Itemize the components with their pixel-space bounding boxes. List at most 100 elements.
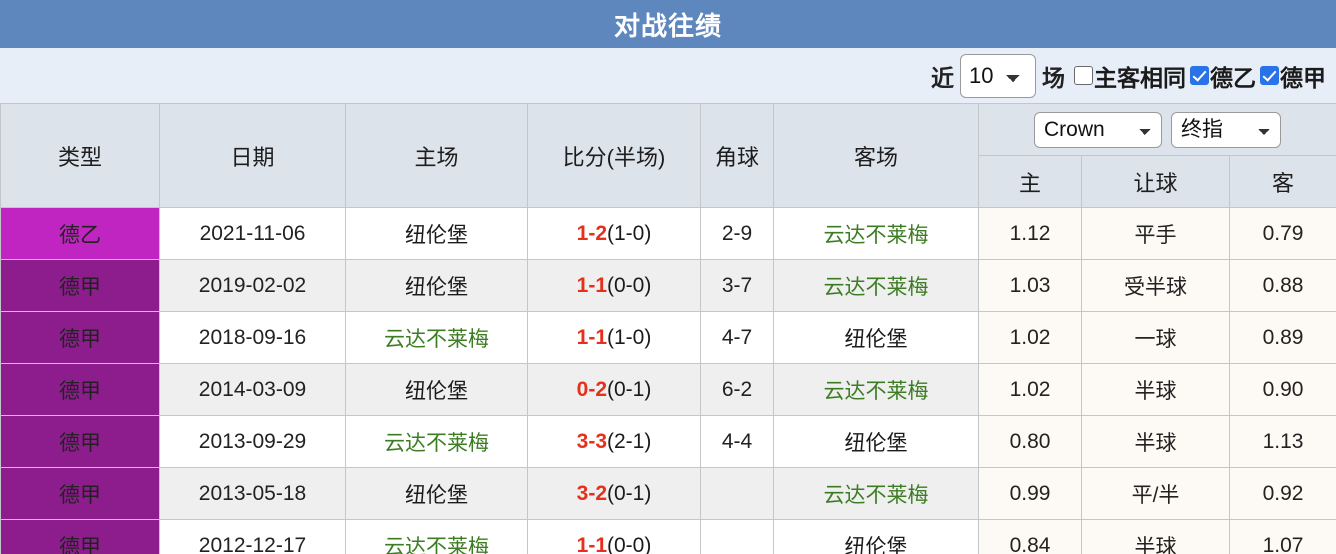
cell-away-team[interactable]: 云达不莱梅 (773, 467, 979, 520)
away-team-name: 云达不莱梅 (823, 223, 929, 247)
cell-handicap[interactable]: 平手 (1081, 207, 1230, 260)
cell-odds-home[interactable]: 0.84 (978, 519, 1082, 554)
table-row[interactable]: 德甲 2018-09-16 云达不莱梅 1-1(1-0) 4-7 纽伦堡 1.02 一球 0.8… (0, 311, 1336, 364)
column-header-score[interactable]: 比分(半场) (527, 103, 701, 208)
home-team-name: 云达不莱梅 (384, 327, 489, 351)
cell-league-type[interactable]: 德甲 (0, 467, 160, 520)
full-time-score: 1-1 (576, 325, 607, 349)
cell-league-type[interactable]: 德甲 (0, 415, 160, 468)
cell-score[interactable]: 3-3(2-1) (527, 415, 701, 468)
score-text: 1-1(0-0) (577, 534, 652, 554)
cell-odds-away[interactable]: 1.07 (1229, 519, 1336, 554)
cell-handicap[interactable]: 受半球 (1081, 259, 1230, 312)
away-team-name: 纽伦堡 (844, 535, 908, 554)
column-header-away[interactable]: 客场 (773, 103, 979, 208)
home-team-name: 纽伦堡 (405, 379, 468, 403)
cell-odds-home[interactable]: 1.02 (978, 363, 1082, 416)
cell-away-team[interactable]: 纽伦堡 (773, 311, 979, 364)
cell-away-team[interactable]: 云达不莱梅 (773, 259, 979, 312)
cell-league-type[interactable]: 德乙 (0, 207, 160, 260)
cell-corners (700, 519, 774, 554)
cell-handicap[interactable]: 一球 (1081, 311, 1230, 364)
column-header-odds-away[interactable]: 客 (1229, 155, 1336, 208)
cell-league-type[interactable]: 德甲 (0, 311, 160, 364)
same-venue-checkbox-group[interactable]: 主客相同 (1074, 59, 1188, 93)
cell-score[interactable]: 1-1(1-0) (527, 311, 701, 364)
table-row[interactable]: 德甲 2014-03-09 纽伦堡 0-2(0-1) 6-2 云达不莱梅 1.02 半球 0.9… (0, 363, 1336, 416)
table-row[interactable]: 德甲 2019-02-02 纽伦堡 1-1(0-0) 3-7 云达不莱梅 1.03 受半球 0.… (0, 259, 1336, 312)
half-time-score: (1-0) (607, 325, 652, 349)
cell-score[interactable]: 0-2(0-1) (527, 363, 701, 416)
league-2-label: 德乙 (1210, 64, 1256, 91)
full-time-score: 3-3 (576, 429, 607, 453)
cell-odds-home[interactable]: 1.12 (978, 207, 1082, 260)
cell-score[interactable]: 1-2(1-0) (527, 207, 701, 260)
column-header-handicap[interactable]: 让球 (1081, 155, 1230, 208)
cell-corners: 6-2 (700, 363, 774, 416)
full-time-score: 3-2 (576, 481, 607, 505)
cell-home-team[interactable]: 纽伦堡 (345, 207, 528, 260)
table-row[interactable]: 德甲 2012-12-17 云达不莱梅 1-1(0-0) 纽伦堡 0.84 半球 1.07 (0, 519, 1336, 554)
home-team-name: 纽伦堡 (405, 275, 468, 299)
cell-league-type[interactable]: 德甲 (0, 259, 160, 312)
cell-odds-away[interactable]: 0.79 (1229, 207, 1336, 260)
cell-handicap[interactable]: 半球 (1081, 415, 1230, 468)
cell-score[interactable]: 1-1(0-0) (527, 519, 701, 554)
away-team-name: 云达不莱梅 (823, 275, 929, 299)
score-text: 0-2(0-1) (577, 378, 652, 401)
cell-home-team[interactable]: 云达不莱梅 (345, 415, 528, 468)
cell-home-team[interactable]: 云达不莱梅 (345, 311, 528, 364)
cell-date: 2014-03-09 (159, 363, 346, 416)
cell-date: 2019-02-02 (159, 259, 346, 312)
cell-league-type[interactable]: 德甲 (0, 519, 160, 554)
cell-away-team[interactable]: 纽伦堡 (773, 415, 979, 468)
cell-odds-home[interactable]: 1.03 (978, 259, 1082, 312)
odds-company-select[interactable]: CrownBet365MacauLadbrokes (1034, 111, 1162, 148)
cell-handicap[interactable]: 平/半 (1081, 467, 1230, 520)
same-venue-checkbox[interactable] (1074, 66, 1093, 85)
cell-handicap[interactable]: 半球 (1081, 519, 1230, 554)
cell-away-team[interactable]: 云达不莱梅 (773, 363, 979, 416)
full-time-score: 1-1 (576, 533, 607, 554)
column-header-date[interactable]: 日期 (159, 103, 346, 208)
cell-away-team[interactable]: 云达不莱梅 (773, 207, 979, 260)
cell-home-team[interactable]: 纽伦堡 (345, 259, 528, 312)
odds-phase-select[interactable]: 终指初指 (1171, 111, 1281, 148)
cell-odds-away[interactable]: 0.88 (1229, 259, 1336, 312)
cell-score[interactable]: 1-1(0-0) (527, 259, 701, 312)
cell-handicap[interactable]: 半球 (1081, 363, 1230, 416)
column-header-type[interactable]: 类型 (0, 103, 160, 208)
score-text: 1-1(0-0) (577, 274, 652, 297)
table-row[interactable]: 德乙 2021-11-06 纽伦堡 1-2(1-0) 2-9 云达不莱梅 1.12 平手 0.7… (0, 207, 1336, 260)
cell-date: 2021-11-06 (159, 207, 346, 260)
home-team-name: 云达不莱梅 (384, 431, 489, 455)
matches-unit-label: 场 (1042, 64, 1065, 91)
cell-odds-away[interactable]: 0.89 (1229, 311, 1336, 364)
league-1-checkbox[interactable] (1260, 66, 1279, 85)
cell-league-type[interactable]: 德甲 (0, 363, 160, 416)
head-to-head-table: 类型 日期 主场 比分(半场) 角球 客场 CrownBet365MacauLa… (0, 103, 1336, 554)
cell-odds-away[interactable]: 0.92 (1229, 467, 1336, 520)
away-team-name: 纽伦堡 (844, 431, 908, 455)
cell-home-team[interactable]: 纽伦堡 (345, 467, 528, 520)
column-header-odds-home[interactable]: 主 (978, 155, 1082, 208)
cell-score[interactable]: 3-2(0-1) (527, 467, 701, 520)
cell-odds-home[interactable]: 0.80 (978, 415, 1082, 468)
column-header-corner[interactable]: 角球 (700, 103, 774, 208)
table-row[interactable]: 德甲 2013-05-18 纽伦堡 3-2(0-1) 云达不莱梅 0.99 平/半 0.92 (0, 467, 1336, 520)
home-team-name: 云达不莱梅 (384, 535, 489, 554)
cell-home-team[interactable]: 纽伦堡 (345, 363, 528, 416)
cell-odds-home[interactable]: 0.99 (978, 467, 1082, 520)
cell-odds-away[interactable]: 0.90 (1229, 363, 1336, 416)
cell-odds-home[interactable]: 1.02 (978, 311, 1082, 364)
cell-home-team[interactable]: 云达不莱梅 (345, 519, 528, 554)
match-count-select[interactable]: 5102030 (960, 53, 1036, 98)
full-time-score: 1-1 (576, 273, 607, 297)
league-1-checkbox-group[interactable]: 德甲 (1260, 59, 1328, 93)
cell-away-team[interactable]: 纽伦堡 (773, 519, 979, 554)
cell-odds-away[interactable]: 1.13 (1229, 415, 1336, 468)
table-row[interactable]: 德甲 2013-09-29 云达不莱梅 3-3(2-1) 4-4 纽伦堡 0.80 半球 1.1… (0, 415, 1336, 468)
league-2-checkbox[interactable] (1190, 66, 1209, 85)
league-2-checkbox-group[interactable]: 德乙 (1190, 59, 1258, 93)
column-header-home[interactable]: 主场 (345, 103, 528, 208)
